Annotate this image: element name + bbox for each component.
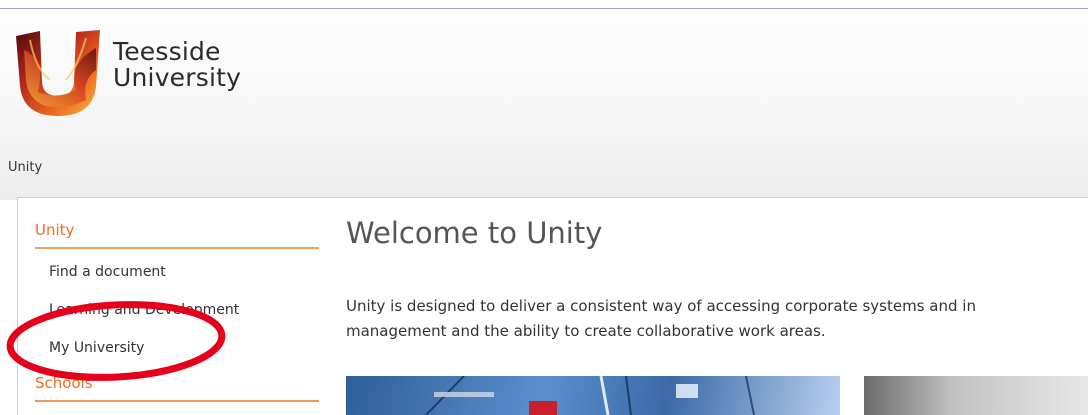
top-divider [0, 8, 1088, 9]
main-content: Welcome to Unity Unity is designed to de… [346, 198, 1088, 415]
university-logo[interactable] [16, 30, 100, 116]
office-image[interactable] [864, 376, 1088, 415]
page-header: Teesside University Unity [0, 0, 1088, 200]
sidebar-item-find-a-document[interactable]: Find a document [49, 264, 166, 280]
intro-line-1: Unity is designed to deliver a consisten… [346, 297, 976, 315]
brand-line-1: Teesside [113, 37, 221, 66]
page-title: Welcome to Unity [346, 216, 603, 250]
breadcrumb[interactable]: Unity [8, 160, 42, 175]
sidebar-heading-unity[interactable]: Unity [35, 221, 319, 249]
lockers-image[interactable] [346, 376, 840, 415]
intro-text: Unity is designed to deliver a consisten… [346, 294, 976, 344]
sidebar-item-my-university[interactable]: My University [49, 340, 144, 356]
intro-line-2: management and the ability to create col… [346, 322, 826, 340]
sidebar: Unity Find a document Learning and Devel… [35, 198, 319, 415]
brand-name: Teesside University [113, 39, 241, 91]
content-panel: Unity Find a document Learning and Devel… [17, 197, 1088, 415]
sidebar-item-learning-and-development[interactable]: Learning and Development [49, 302, 239, 318]
brand-line-2: University [113, 63, 242, 92]
sidebar-heading-schools[interactable]: Schools [35, 374, 319, 402]
